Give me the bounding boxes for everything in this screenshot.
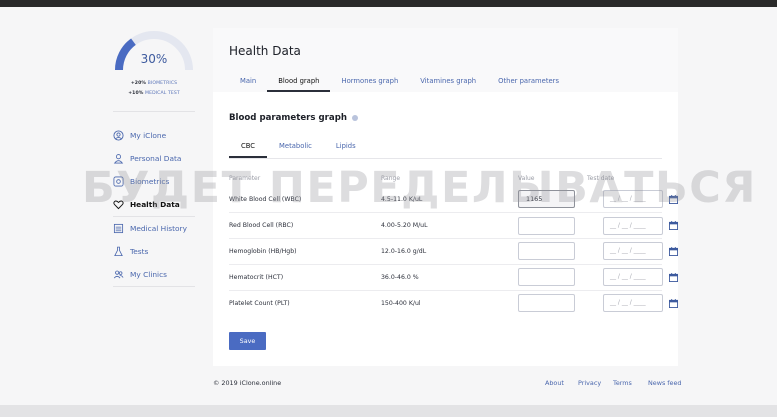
parameter-name: Hematocrit (HCT) — [229, 274, 284, 281]
test-date-input[interactable]: __ / __ / ____ — [603, 190, 663, 208]
table-row: Hematocrit (HCT) 36.0-46.0 % __ / __ / _… — [229, 265, 678, 291]
users-icon — [113, 270, 124, 279]
test-date-input[interactable]: __ / __ / ____ — [603, 242, 663, 260]
sidebar-item-label: My Clinics — [130, 270, 168, 279]
sidebar-item-tests[interactable]: Tests — [113, 240, 213, 263]
sidebar-item-label: Personal Data — [130, 154, 182, 163]
blood-subtabs: CBC Metabolic Lipids — [229, 134, 662, 159]
footer-copyright: © 2019 iClone.online — [213, 379, 282, 387]
parameter-name: Hemoglobin (HB/Hgb) — [229, 248, 297, 255]
card-header: Health Data Main Blood graph Hormones gr… — [213, 28, 678, 92]
stat-biometrics: +20% BIOMETRICS — [113, 79, 195, 89]
sidebar-item-my-clinics[interactable]: My Clinics — [113, 263, 213, 286]
calendar-icon[interactable] — [669, 247, 678, 256]
value-input[interactable] — [518, 217, 575, 235]
sidebar-item-label: My iClone — [130, 131, 167, 140]
value-input[interactable] — [518, 242, 575, 260]
stat-label: BIOMETRICS — [147, 81, 178, 86]
column-header-value: Value — [518, 175, 535, 182]
sidebar-item-medical-history[interactable]: Medical History — [113, 217, 213, 240]
test-date-input[interactable]: __ / __ / ____ — [603, 217, 663, 235]
sidebar-item-personal-data[interactable]: Personal Data — [113, 147, 213, 170]
table-row: White Blood Cell (WBC) 4.5-11.0 K/uL 116… — [229, 187, 678, 213]
stat-label: MEDICAL TEST — [145, 91, 180, 96]
column-header-parameter: Parameter — [229, 175, 261, 182]
section-title: Blood parameters graph — [229, 113, 358, 123]
parameter-range: 4.00-5.20 M/uL — [381, 222, 428, 229]
profile-stats: +20% BIOMETRICS +10% MEDICAL TEST — [113, 79, 195, 99]
sidebar-item-my-iclone[interactable]: My iClone — [113, 124, 213, 147]
parameter-range: 4.5-11.0 K/uL — [381, 196, 423, 203]
value-input[interactable] — [518, 268, 575, 286]
sidebar-item-label: Health Data — [130, 200, 180, 209]
table-row: Hemoglobin (HB/Hgb) 12.0-16.0 g/dL __ / … — [229, 239, 678, 265]
calendar-icon — [113, 223, 124, 234]
sidebar-item-label: Tests — [130, 247, 149, 256]
value-input[interactable]: 1165 — [518, 190, 575, 208]
column-header-range: Range — [381, 175, 401, 182]
footer-link-terms[interactable]: Terms — [613, 379, 632, 387]
footer-link-about[interactable]: About — [545, 379, 564, 387]
parameter-name: White Blood Cell (WBC) — [229, 196, 302, 203]
sidebar-divider — [113, 111, 195, 112]
parameter-range: 36.0-46.0 % — [381, 274, 419, 281]
sidebar-item-health-data[interactable]: Health Data — [113, 193, 213, 216]
eye-icon — [113, 176, 124, 187]
page-bottom-strip — [0, 405, 777, 417]
table-row: Red Blood Cell (RBC) 4.00-5.20 M/uL __ /… — [229, 213, 678, 239]
sidebar-item-biometrics[interactable]: Biometrics — [113, 170, 213, 193]
subtab-metabolic[interactable]: Metabolic — [267, 134, 324, 158]
window-top-bar — [0, 0, 777, 7]
page-title: Health Data — [229, 44, 301, 58]
parameter-range: 150-400 K/ul — [381, 300, 421, 307]
calendar-icon[interactable] — [669, 299, 678, 308]
sidebar-item-label: Medical History — [130, 224, 187, 233]
value-input[interactable] — [518, 294, 575, 312]
stat-value: +20% — [130, 81, 147, 86]
stat-medical-test: +10% MEDICAL TEST — [113, 89, 195, 99]
test-date-input[interactable]: __ / __ / ____ — [603, 294, 663, 312]
sidebar-item-label: Biometrics — [130, 177, 170, 186]
save-button[interactable]: Save — [229, 332, 266, 350]
flask-icon — [114, 246, 123, 257]
sidebar-divider — [113, 286, 195, 287]
heart-icon — [113, 200, 124, 210]
tab-blood-graph[interactable]: Blood graph — [267, 70, 331, 92]
tab-hormones-graph[interactable]: Hormones graph — [330, 70, 409, 92]
tab-other-parameters[interactable]: Other parameters — [487, 70, 570, 92]
tab-main[interactable]: Main — [229, 70, 267, 92]
info-icon[interactable] — [351, 115, 358, 121]
sidebar-nav: My iClone Personal Data Biometrics Healt… — [113, 124, 213, 287]
calendar-icon[interactable] — [669, 221, 678, 230]
calendar-icon[interactable] — [669, 273, 678, 282]
subtab-cbc[interactable]: CBC — [229, 134, 268, 158]
health-data-card: Health Data Main Blood graph Hormones gr… — [213, 28, 678, 366]
subtab-lipids[interactable]: Lipids — [324, 134, 368, 158]
tab-vitamines-graph[interactable]: Vitamines graph — [409, 70, 487, 92]
main-tabs: Main Blood graph Hormones graph Vitamine… — [229, 70, 570, 92]
calendar-icon[interactable] — [669, 195, 678, 204]
parameter-name: Red Blood Cell (RBC) — [229, 222, 294, 229]
stat-value: +10% — [128, 91, 144, 96]
section-title-text: Blood parameters graph — [229, 113, 347, 123]
table-row: Platelet Count (PLT) 150-400 K/ul __ / _… — [229, 291, 678, 316]
user-icon — [113, 130, 124, 141]
footer-link-news-feed[interactable]: News feed — [648, 379, 681, 387]
parameter-name: Platelet Count (PLT) — [229, 300, 290, 307]
test-date-input[interactable]: __ / __ / ____ — [603, 268, 663, 286]
column-header-test-date: Test date — [587, 175, 615, 182]
user-outline-icon — [113, 154, 124, 164]
progress-percent-label: 30% — [140, 52, 168, 66]
footer-link-privacy[interactable]: Privacy — [578, 379, 601, 387]
parameter-range: 12.0-16.0 g/dL — [381, 248, 427, 255]
